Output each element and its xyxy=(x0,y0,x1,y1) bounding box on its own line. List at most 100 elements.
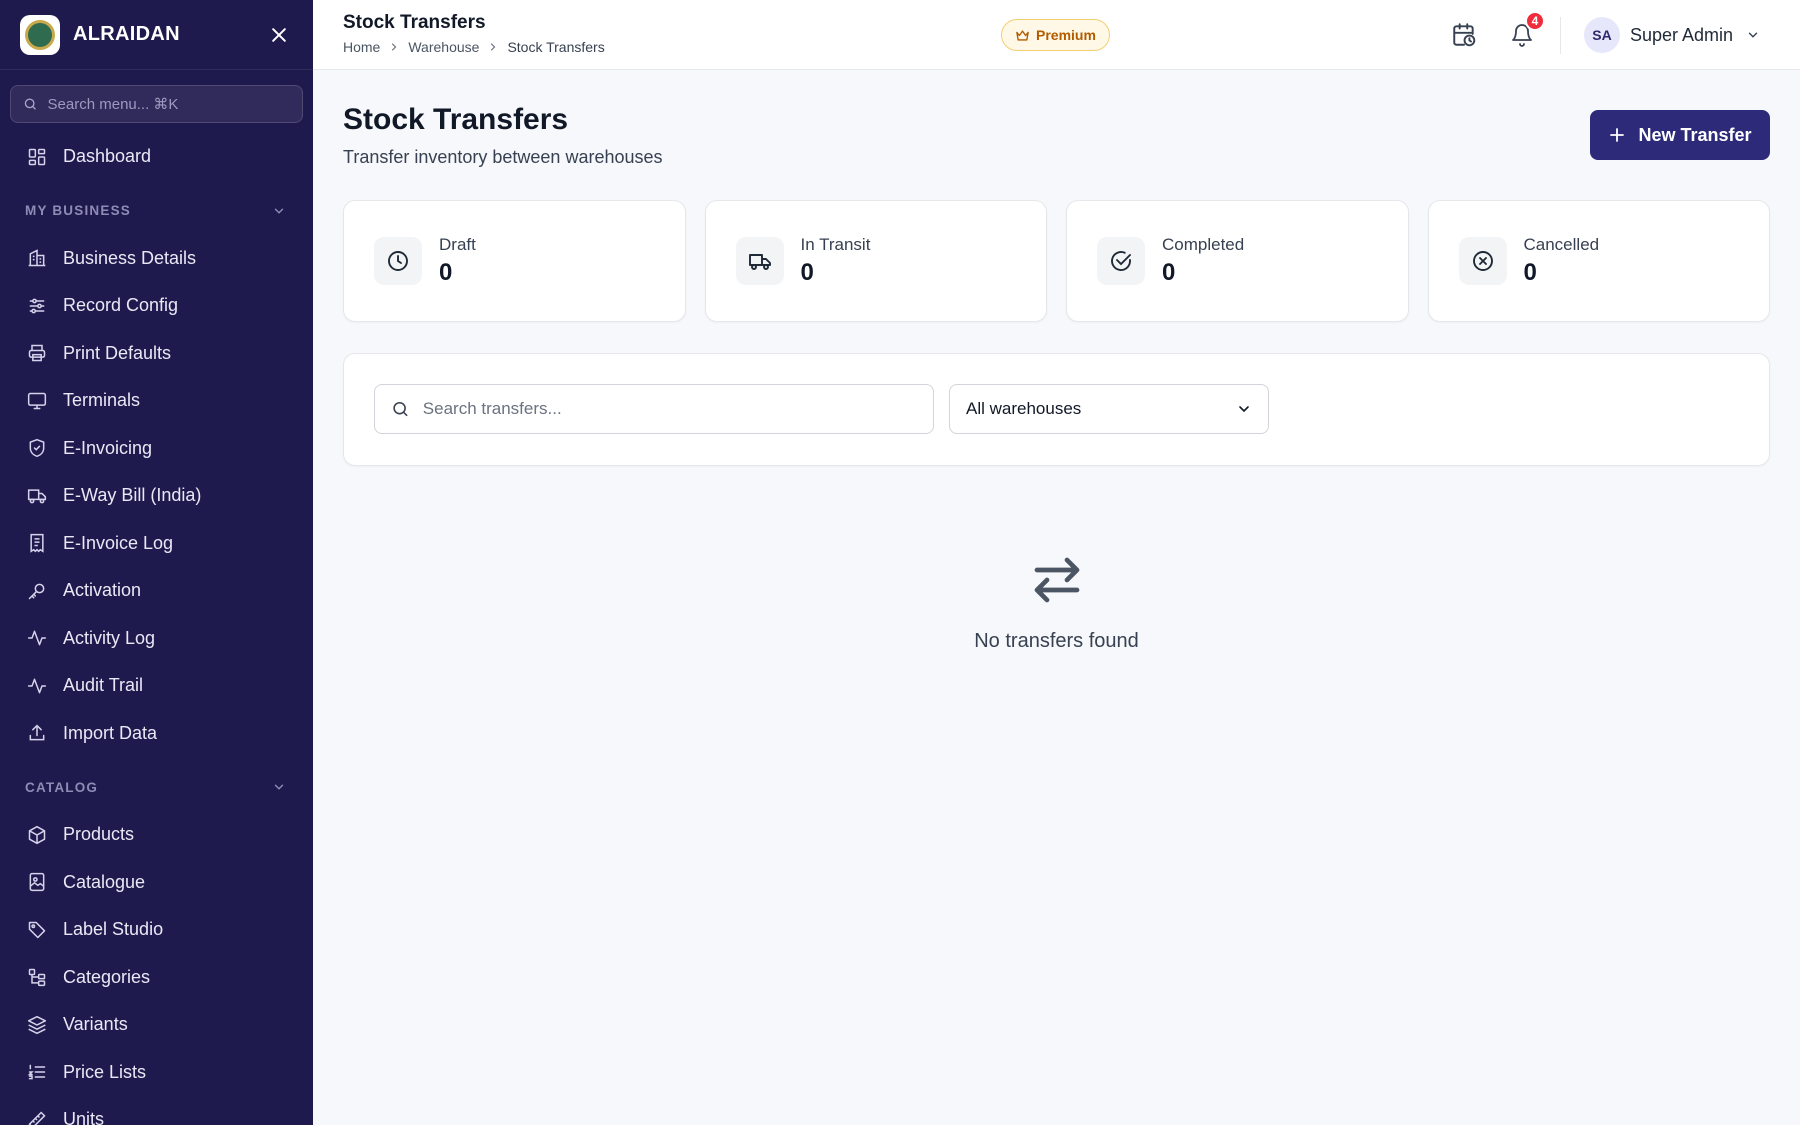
crown-icon xyxy=(1016,29,1029,41)
breadcrumb: Home Warehouse Stock Transfers xyxy=(343,39,605,55)
app-logo xyxy=(20,14,60,55)
warehouse-select[interactable]: All warehouses xyxy=(949,384,1269,434)
sidebar-item-e-invoice-log[interactable]: E-Invoice Log xyxy=(0,520,313,568)
page-title: Stock Transfers xyxy=(343,103,569,136)
sidebar-item-categories[interactable]: Categories xyxy=(0,954,313,1002)
sidebar-item-import-data[interactable]: Import Data xyxy=(0,710,313,758)
dashboard-icon xyxy=(26,146,48,168)
layers-icon xyxy=(26,1014,48,1036)
sidebar-item-label: Audit Trail xyxy=(63,675,144,696)
new-transfer-button[interactable]: New Transfer xyxy=(1590,110,1770,160)
check-circle-icon xyxy=(1097,237,1145,285)
sidebar-item-label: Record Config xyxy=(63,295,179,316)
sidebar-item-business-details[interactable]: Business Details xyxy=(0,235,313,283)
package-icon xyxy=(26,824,48,846)
printer-icon xyxy=(26,342,48,364)
sidebar-item-activation[interactable]: Activation xyxy=(0,567,313,615)
sidebar-search[interactable] xyxy=(10,85,303,123)
breadcrumb-warehouse[interactable]: Warehouse xyxy=(408,39,479,55)
activity-icon xyxy=(26,675,48,697)
sidebar-item-activity-log[interactable]: Activity Log xyxy=(0,615,313,663)
user-name: Super Admin xyxy=(1630,24,1734,45)
section-title: CATALOG xyxy=(25,779,99,795)
upload-icon xyxy=(26,722,48,744)
sidebar-item-label: Activity Log xyxy=(63,627,156,648)
sidebar-item-label: Terminals xyxy=(63,390,141,411)
user-menu[interactable]: SA Super Admin xyxy=(1584,17,1760,53)
empty-state-text: No transfers found xyxy=(974,630,1139,652)
transfer-search-input[interactable] xyxy=(422,399,917,419)
sidebar-item-dashboard[interactable]: Dashboard xyxy=(0,133,313,181)
calendar-clock-button[interactable] xyxy=(1449,20,1479,50)
sidebar-item-audit-trail[interactable]: Audit Trail xyxy=(0,662,313,710)
stats-row: Draft 0 In Transit 0 Completed 0 Cancell… xyxy=(343,200,1770,322)
sidebar-section-catalog[interactable]: CATALOG xyxy=(0,763,313,811)
sidebar-item-label: Variants xyxy=(63,1014,128,1035)
tag-icon xyxy=(26,919,48,941)
sidebar-item-label: Categories xyxy=(63,966,151,987)
sliders-icon xyxy=(26,295,48,317)
sidebar-item-variants[interactable]: Variants xyxy=(0,1001,313,1049)
close-sidebar-button[interactable] xyxy=(265,21,293,49)
stat-card-draft: Draft 0 xyxy=(343,200,686,322)
section-title: MY BUSINESS xyxy=(25,203,131,218)
sidebar-item-label-studio[interactable]: Label Studio xyxy=(0,906,313,954)
warehouse-select-value: All warehouses xyxy=(966,399,1082,418)
monitor-icon xyxy=(26,390,48,412)
sidebar-item-catalogue[interactable]: Catalogue xyxy=(0,859,313,907)
stat-value: 0 xyxy=(439,259,453,286)
sidebar-item-label: Units xyxy=(63,1109,105,1125)
sidebar-item-products[interactable]: Products xyxy=(0,811,313,859)
stat-value: 0 xyxy=(1162,259,1176,286)
chevron-right-icon xyxy=(388,41,400,53)
transfer-search[interactable] xyxy=(374,384,934,434)
calendar-clock-icon xyxy=(1453,23,1476,47)
x-circle-icon xyxy=(1458,237,1507,285)
chevron-right-icon xyxy=(487,41,499,53)
chevron-down-icon xyxy=(1748,32,1758,38)
sidebar: ALRAIDAN Dashboard MY BUSINESS Business … xyxy=(0,0,313,1125)
sidebar-item-print-defaults[interactable]: Print Defaults xyxy=(0,330,313,378)
sidebar-item-label: E-Invoicing xyxy=(63,437,153,458)
truck-icon xyxy=(735,237,784,285)
app-name: ALRAIDAN xyxy=(73,23,180,45)
sidebar-item-units[interactable]: Units xyxy=(0,1096,313,1125)
notifications-button[interactable]: 4 xyxy=(1507,11,1545,50)
sidebar-item-e-invoicing[interactable]: E-Invoicing xyxy=(0,425,313,473)
header-title: Stock Transfers xyxy=(343,12,486,33)
filter-bar: All warehouses xyxy=(343,353,1770,466)
notification-badge: 4 xyxy=(1525,11,1545,31)
premium-badge[interactable]: Premium xyxy=(1001,19,1110,51)
sidebar-item-terminals[interactable]: Terminals xyxy=(0,377,313,425)
stat-value: 0 xyxy=(1523,259,1537,286)
top-header: Stock Transfers Home Warehouse Stock Tra… xyxy=(313,0,1800,70)
list-ordered-icon xyxy=(26,1061,48,1083)
sidebar-section-my-business[interactable]: MY BUSINESS xyxy=(0,187,313,235)
sidebar-item-label: Activation xyxy=(63,580,142,601)
sidebar-item-price-lists[interactable]: Price Lists xyxy=(0,1049,313,1097)
activity-icon xyxy=(26,627,48,649)
sidebar-item-label: Products xyxy=(63,824,135,845)
stat-value: 0 xyxy=(800,259,814,286)
sidebar-item-record-config[interactable]: Record Config xyxy=(0,282,313,330)
stat-label: In Transit xyxy=(800,235,871,254)
search-icon xyxy=(24,98,36,110)
chevron-down-icon xyxy=(274,208,284,214)
sidebar-item-e-way-bill[interactable]: E-Way Bill (India) xyxy=(0,472,313,520)
stat-card-completed: Completed 0 xyxy=(1066,200,1409,322)
stat-label: Completed xyxy=(1162,235,1245,254)
stat-label: Draft xyxy=(439,235,476,254)
key-icon xyxy=(26,580,48,602)
stat-card-cancelled: Cancelled 0 xyxy=(1427,200,1770,322)
breadcrumb-home[interactable]: Home xyxy=(343,39,380,55)
plus-icon xyxy=(1610,128,1625,142)
sidebar-item-label: E-Invoice Log xyxy=(63,532,174,553)
stat-card-in-transit: In Transit 0 xyxy=(704,200,1047,322)
sidebar-brand: ALRAIDAN xyxy=(0,0,313,70)
sidebar-item-label: Dashboard xyxy=(63,146,152,167)
close-icon xyxy=(272,27,286,42)
sidebar-item-label: E-Way Bill (India) xyxy=(63,485,202,506)
premium-label: Premium xyxy=(1036,27,1096,43)
sidebar-search-input[interactable] xyxy=(47,95,290,113)
search-icon xyxy=(393,401,408,417)
